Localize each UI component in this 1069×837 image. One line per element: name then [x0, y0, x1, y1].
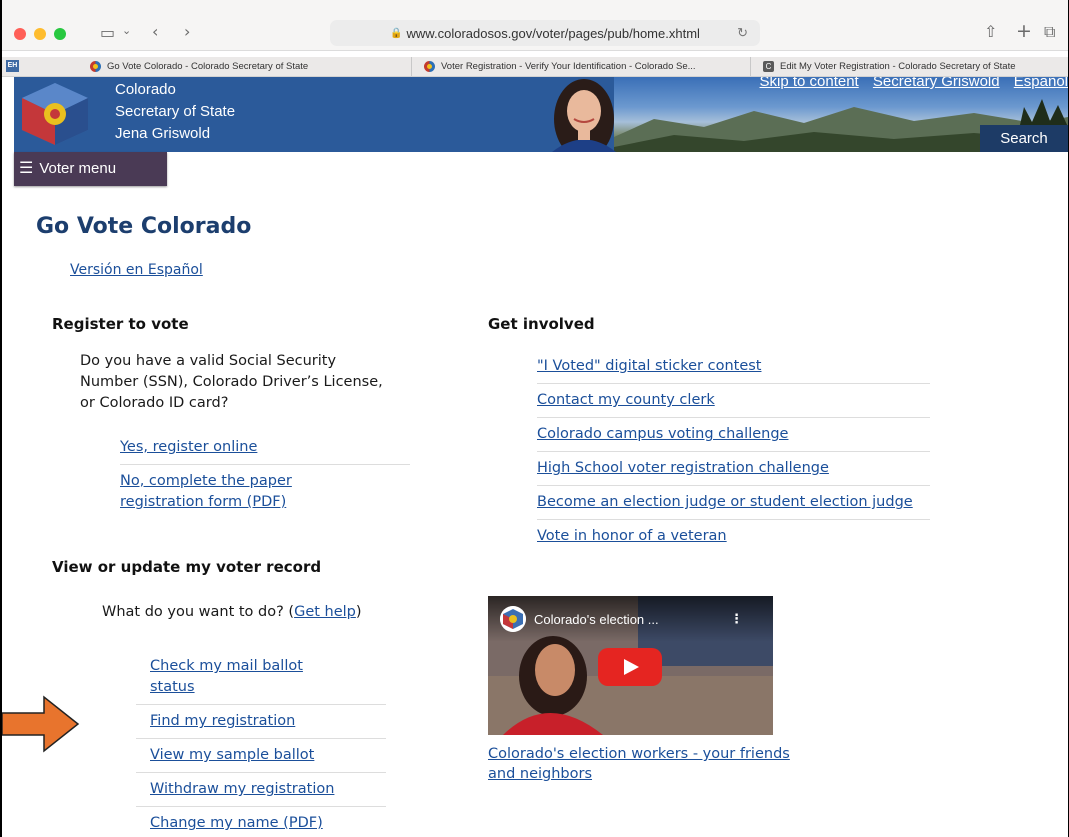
register-link-list: Yes, register online No, complete the pa…	[120, 437, 410, 513]
minimize-window-button[interactable]	[34, 28, 46, 40]
tab-voter-registration[interactable]: Voter Registration - Verify Your Identif…	[411, 57, 754, 76]
tab-edit-registration[interactable]: C Edit My Voter Registration - Colorado …	[750, 57, 1068, 76]
address-bar[interactable]: 🔒 www.coloradosos.gov/voter/pages/pub/ho…	[330, 20, 760, 46]
colorado-sos-logo-icon[interactable]	[22, 83, 88, 145]
list-item: High School voter registration challenge	[537, 452, 930, 486]
url-text: www.coloradosos.gov/voter/pages/pub/home…	[406, 25, 700, 41]
tab-label: Edit My Voter Registration - Colorado Se…	[780, 61, 1016, 72]
close-window-button[interactable]	[14, 28, 26, 40]
list-item: Become an election judge or student elec…	[537, 486, 930, 520]
question-suffix: )	[355, 604, 362, 620]
skip-to-content-link[interactable]: Skip to content	[760, 77, 859, 90]
question-text: What do you want to do? (	[102, 604, 295, 620]
list-item: Find my registration	[136, 705, 386, 739]
get-involved-heading: Get involved	[488, 315, 595, 333]
change-name-link[interactable]: Change my name (PDF)	[150, 815, 323, 831]
page-title: Go Vote Colorado	[36, 214, 252, 239]
spanish-version-link[interactable]: Versión en Español	[70, 262, 203, 278]
annotation-arrow-icon	[2, 695, 80, 753]
video-title: Colorado's election ...	[534, 612, 659, 627]
list-item: View my sample ballot	[136, 739, 386, 773]
lock-icon: 🔒	[390, 27, 403, 39]
video-caption-link[interactable]: Colorado's election workers - your frien…	[488, 744, 808, 784]
tab-strip: EH Go Vote Colorado - Colorado Secretary…	[2, 57, 1068, 77]
brand-line-secretary[interactable]: Secretary of State	[115, 103, 235, 120]
withdraw-registration-link[interactable]: Withdraw my registration	[150, 781, 334, 797]
list-item: Check my mail ballot status	[136, 656, 386, 705]
county-clerk-link[interactable]: Contact my county clerk	[537, 392, 715, 408]
register-question: Do you have a valid Social Security Numb…	[80, 353, 383, 411]
voter-record-heading: View or update my voter record	[52, 558, 322, 576]
voter-record-question: What do you want to do? (Get help)	[102, 602, 372, 623]
find-registration-link[interactable]: Find my registration	[150, 713, 295, 729]
forward-arrow-icon[interactable]: ›	[184, 22, 190, 41]
browser-window: ▭ ⌄ ‹ › 🔒 www.coloradosos.gov/voter/page…	[0, 0, 1068, 837]
play-button[interactable]	[598, 648, 662, 686]
search-button[interactable]: Search	[980, 125, 1068, 152]
list-item: No, complete the paper registration form…	[120, 465, 335, 513]
high-school-challenge-link[interactable]: High School voter registration challenge	[537, 460, 829, 476]
new-tab-icon[interactable]: +	[1016, 20, 1032, 42]
tab-go-vote-colorado[interactable]: Go Vote Colorado - Colorado Secretary of…	[90, 57, 390, 76]
voter-menu-label: Voter menu	[39, 160, 117, 177]
brand-line-colorado[interactable]: Colorado	[115, 81, 176, 98]
list-item: Contact my county clerk	[537, 384, 930, 418]
c-letter-icon: C	[763, 61, 774, 72]
espanol-link[interactable]: Español	[1014, 77, 1068, 90]
secretary-portrait-image	[552, 79, 616, 152]
voter-record-link-list: Check my mail ballot status Find my regi…	[136, 656, 386, 834]
chevron-down-icon[interactable]: ⌄	[122, 24, 131, 37]
share-icon[interactable]: ⇧	[984, 22, 997, 41]
tab-label: Go Vote Colorado - Colorado Secretary of…	[107, 61, 309, 72]
zoom-window-button[interactable]	[54, 28, 66, 40]
site-header: Colorado Secretary of State Jena Griswol…	[14, 77, 1068, 152]
more-options-icon[interactable]: ⋮	[730, 612, 743, 627]
honor-veteran-link[interactable]: Vote in honor of a veteran	[537, 528, 727, 544]
colorado-flag-icon	[90, 61, 101, 72]
list-item: Vote in honor of a veteran	[537, 520, 930, 547]
tab-overview-icon[interactable]: ⧉	[1044, 22, 1055, 42]
video-player[interactable]: Colorado's election ... ⋮	[488, 596, 773, 735]
register-online-link[interactable]: Yes, register online	[120, 439, 257, 455]
brand-line-name[interactable]: Jena Griswold	[115, 125, 210, 142]
check-mail-ballot-link[interactable]: Check my mail ballot status	[150, 656, 350, 698]
view-sample-ballot-link[interactable]: View my sample ballot	[150, 747, 314, 763]
campus-challenge-link[interactable]: Colorado campus voting challenge	[537, 426, 788, 442]
colorado-flag-icon	[424, 61, 435, 72]
reload-icon[interactable]: ↻	[737, 25, 748, 41]
tab-group-badge[interactable]: EH	[6, 60, 19, 72]
get-involved-link-list: "I Voted" digital sticker contest Contac…	[537, 356, 930, 547]
register-heading: Register to vote	[52, 315, 189, 333]
list-item: Change my name (PDF)	[136, 807, 386, 834]
election-judge-link[interactable]: Become an election judge or student elec…	[537, 494, 913, 510]
voter-menu-button[interactable]: ☰ Voter menu	[14, 152, 167, 186]
hamburger-menu-icon: ☰	[19, 160, 34, 177]
secretary-griswold-link[interactable]: Secretary Griswold	[873, 77, 1000, 90]
colorado-channel-icon	[500, 606, 526, 632]
top-links: Skip to content Secretary Griswold Españ…	[750, 77, 1069, 90]
list-item: Colorado campus voting challenge	[537, 418, 930, 452]
list-item: "I Voted" digital sticker contest	[537, 356, 930, 384]
get-help-link[interactable]: Get help	[294, 604, 356, 620]
tab-label: Voter Registration - Verify Your Identif…	[441, 61, 696, 72]
browser-toolbar: ▭ ⌄ ‹ › 🔒 www.coloradosos.gov/voter/page…	[2, 0, 1068, 51]
list-item: Withdraw my registration	[136, 773, 386, 807]
back-arrow-icon[interactable]: ‹	[152, 22, 158, 41]
list-item: Yes, register online	[120, 437, 410, 465]
paper-registration-link[interactable]: No, complete the paper registration form…	[120, 473, 292, 510]
sidebar-icon[interactable]: ▭	[100, 23, 115, 42]
sticker-contest-link[interactable]: "I Voted" digital sticker contest	[537, 358, 761, 374]
